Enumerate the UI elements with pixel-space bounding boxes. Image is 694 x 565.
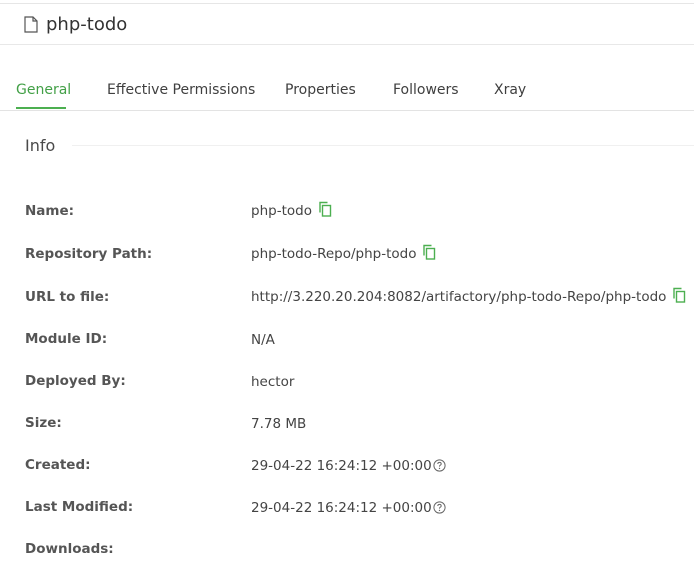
active-tab-indicator <box>16 107 66 109</box>
last-modified-label: Last Modified: <box>25 499 134 515</box>
module-id-value: N/A <box>251 332 275 348</box>
repository-path-value-row: php-todo-Repo/php-todo <box>251 244 436 264</box>
tab-followers[interactable]: Followers <box>393 80 459 100</box>
created-value: 29-04-22 16:24:12 +00:00 <box>251 458 432 474</box>
url-to-file-value[interactable]: http://3.220.20.204:8082/artifactory/php… <box>251 289 666 305</box>
url-to-file-value-row: http://3.220.20.204:8082/artifactory/php… <box>251 287 686 307</box>
created-value-row: 29-04-22 16:24:12 +00:00 <box>251 456 446 476</box>
repository-path-label: Repository Path: <box>25 246 153 262</box>
tab-effective-permissions[interactable]: Effective Permissions <box>107 80 255 100</box>
artifact-title: php-todo <box>46 14 128 35</box>
deployed-by-value: hector <box>251 374 295 390</box>
copy-icon[interactable] <box>318 201 332 217</box>
downloads-label: Downloads: <box>25 541 114 557</box>
url-to-file-label: URL to file: <box>25 289 110 305</box>
help-icon[interactable] <box>433 459 446 472</box>
section-divider <box>72 145 694 146</box>
size-label: Size: <box>25 415 62 431</box>
tab-xray[interactable]: Xray <box>494 80 526 100</box>
last-modified-value-row: 29-04-22 16:24:12 +00:00 <box>251 498 446 518</box>
name-value-row: php-todo <box>251 201 332 221</box>
tab-bar: General Effective Permissions Properties… <box>0 44 694 111</box>
copy-icon[interactable] <box>422 244 436 260</box>
repository-path-value: php-todo-Repo/php-todo <box>251 246 417 262</box>
name-value: php-todo <box>251 203 312 219</box>
file-icon <box>24 16 38 33</box>
artifact-header: php-todo <box>0 4 694 45</box>
tab-properties[interactable]: Properties <box>285 80 356 100</box>
size-value: 7.78 MB <box>251 416 307 432</box>
artifact-details-page: php-todo General Effective Permissions P… <box>0 0 694 565</box>
tab-general[interactable]: General <box>16 80 71 100</box>
copy-icon[interactable] <box>672 287 686 303</box>
last-modified-value: 29-04-22 16:24:12 +00:00 <box>251 500 432 516</box>
info-section-title: Info <box>25 136 56 155</box>
module-id-label: Module ID: <box>25 331 108 347</box>
name-label: Name: <box>25 203 75 219</box>
created-label: Created: <box>25 457 91 473</box>
help-icon[interactable] <box>433 501 446 514</box>
deployed-by-label: Deployed By: <box>25 373 126 389</box>
